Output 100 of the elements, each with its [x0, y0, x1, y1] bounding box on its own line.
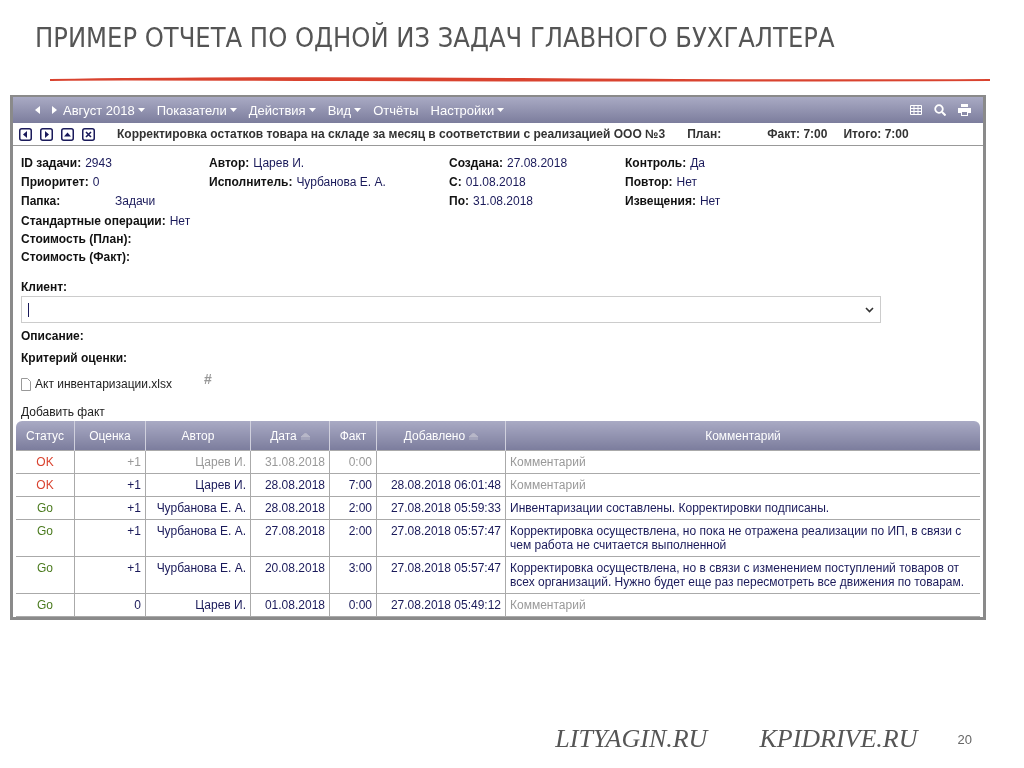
total-text: Итого: 7:00: [843, 127, 909, 141]
column-header[interactable]: Комментарий: [505, 421, 980, 451]
table-cell: +1: [74, 473, 146, 497]
table-cell: Царев И.: [145, 473, 251, 497]
footer-link[interactable]: KPIDRIVE.RU: [759, 724, 918, 754]
caret-icon: [354, 108, 362, 112]
caret-icon: [137, 108, 145, 112]
table-cell: 27.08.2018 05:49:12: [376, 593, 506, 617]
caret-icon: [229, 108, 237, 112]
table-cell: Царев И.: [145, 450, 251, 474]
table-cell: 0:00: [329, 450, 377, 474]
table-cell: Царев И.: [145, 593, 251, 617]
caret-icon: [308, 108, 316, 112]
field-label: Контроль:: [625, 156, 687, 170]
table-cell: 3:00: [329, 556, 377, 594]
column-header[interactable]: Оценка: [74, 421, 146, 451]
field-value: Чурбанова Е. А.: [296, 175, 386, 189]
close-button[interactable]: [82, 127, 95, 141]
table-cell: 28.08.2018: [250, 473, 330, 497]
status-cell: Go: [16, 593, 75, 617]
field-value: 0: [92, 175, 100, 189]
field-label: Приоритет:: [21, 175, 89, 189]
table-cell: +1: [74, 519, 146, 557]
field-value: 31.08.2018: [472, 194, 533, 208]
table-cell: 2:00: [329, 519, 377, 557]
column-header[interactable]: Автор: [145, 421, 251, 451]
field-label: Папка:: [21, 194, 62, 208]
menu-item[interactable]: Настройки: [430, 102, 505, 118]
status-cell: Go: [16, 496, 75, 520]
slide-title: ПРИМЕР ОТЧЕТА ПО ОДНОЙ ИЗ ЗАДАЧ ГЛАВНОГО БУХГАЛТЕРА: [35, 22, 836, 53]
comment-field[interactable]: Комментарий: [505, 450, 980, 474]
status-cell: OK: [16, 450, 75, 474]
column-header[interactable]: Факт: [329, 421, 377, 451]
table-cell: 28.08.2018 06:01:48: [376, 473, 506, 497]
table-cell: 27.08.2018 05:59:33: [376, 496, 506, 520]
field-label: Стоимость (План):: [21, 232, 132, 246]
field-value: Нет: [169, 214, 191, 228]
status-cell: Go: [16, 519, 75, 557]
menu-item[interactable]: Отчёты: [373, 102, 419, 118]
field-value: Нет: [699, 194, 721, 208]
field-label: Критерий оценки:: [21, 351, 128, 365]
table-cell: +1: [74, 556, 146, 594]
field-value: Задачи: [115, 194, 156, 208]
column-header[interactable]: Добавлено: [376, 421, 506, 451]
table-cell: Чурбанова Е. А.: [145, 496, 251, 520]
field-value: 01.08.2018: [465, 175, 526, 189]
page-number: 20: [957, 731, 972, 747]
attachment-link[interactable]: Акт инвентаризации.xlsx: [35, 377, 172, 391]
table-cell: 28.08.2018: [250, 496, 330, 520]
table-cell: Чурбанова Е. А.: [145, 519, 251, 557]
add-fact-link[interactable]: Добавить факт: [21, 405, 105, 419]
right-arrow-button[interactable]: [40, 127, 53, 141]
table-cell: 20.08.2018: [250, 556, 330, 594]
footer-link[interactable]: LITYAGIN.RU: [555, 724, 708, 754]
field-label: Клиент:: [21, 280, 69, 294]
total-text: Факт: 7:00: [767, 127, 828, 141]
hash-text[interactable]: #: [203, 371, 212, 387]
field-label: Исполнитель:: [209, 175, 293, 189]
field-value: Да: [690, 156, 705, 170]
field-label: Стандартные операции:: [21, 214, 166, 228]
table-cell: 27.08.2018 05:57:47: [376, 519, 506, 557]
task-title: Корректировка остатков товара на складе за месяц в соответствии с реализацией ООО №3: [117, 127, 666, 141]
field-label: С:: [449, 175, 462, 189]
field-label: По:: [449, 194, 469, 208]
table-cell: 27.08.2018 05:57:47: [376, 556, 506, 594]
right-arrow-icon[interactable]: [52, 106, 57, 114]
field-value: 2943: [85, 156, 112, 170]
search-icon[interactable]: [934, 104, 946, 116]
sort-icon: [300, 432, 310, 440]
field-label: Создана:: [449, 156, 503, 170]
chevron-icon: [865, 306, 874, 313]
status-cell: OK: [16, 473, 75, 497]
field-label: ID задачи:: [21, 156, 82, 170]
field-label: Автор:: [209, 156, 250, 170]
printer-icon[interactable]: [958, 104, 971, 116]
period-dropdown[interactable]: Август 2018: [63, 102, 145, 118]
column-header[interactable]: Дата: [250, 421, 330, 451]
table-cell: +1: [74, 450, 146, 474]
field-label: Извещения:: [625, 194, 696, 208]
left-arrow-button[interactable]: [19, 127, 32, 141]
table-cell: 31.08.2018: [250, 450, 330, 474]
field-value: 27.08.2018: [507, 156, 568, 170]
field-label: Описание:: [21, 329, 85, 343]
menu-item[interactable]: Вид: [327, 102, 362, 118]
status-cell: Go: [16, 556, 75, 594]
field-value: Царев И.: [253, 156, 305, 170]
document-icon: [21, 377, 31, 391]
menu-item[interactable]: Показатели: [156, 102, 237, 118]
column-header[interactable]: Статус: [16, 421, 75, 451]
table-cell: 0:00: [329, 593, 377, 617]
table-cell: 2:00: [329, 496, 377, 520]
table-cell: Чурбанова Е. А.: [145, 556, 251, 594]
table-icon[interactable]: [910, 105, 922, 115]
left-arrow-icon[interactable]: [35, 106, 40, 114]
total-text: План:: [687, 127, 722, 141]
field-label: Стоимость (Факт):: [21, 250, 131, 264]
table-cell: 27.08.2018: [250, 519, 330, 557]
menu-item[interactable]: Действия: [248, 102, 316, 118]
table-cell: 7:00: [329, 473, 377, 497]
up-arrow-button[interactable]: [61, 127, 74, 141]
